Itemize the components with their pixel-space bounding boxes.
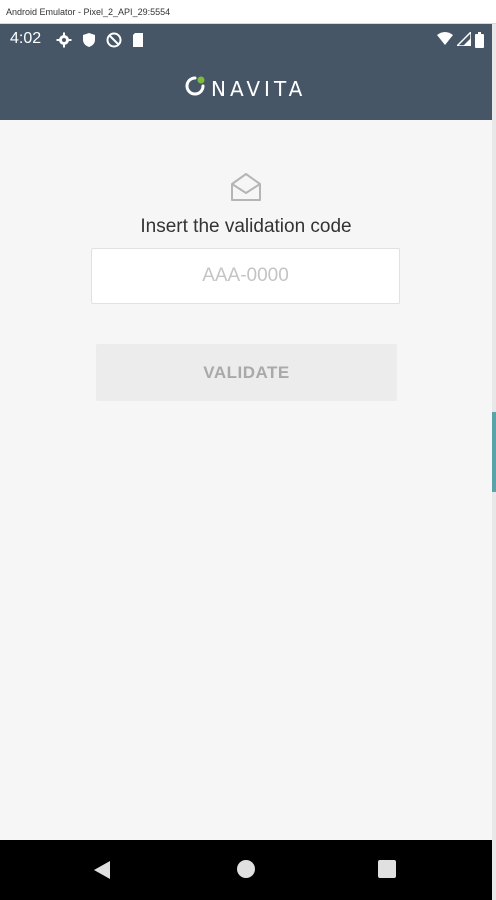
navita-logo: NAVITA (183, 74, 306, 103)
emulator-side-accent (492, 412, 496, 492)
sd-card-icon (132, 32, 144, 53)
back-icon[interactable] (93, 860, 111, 885)
emulator-title-bar: Android Emulator - Pixel_2_API_29:5554 (0, 0, 496, 24)
status-bar: 4:02 (0, 24, 492, 56)
status-right-icons (437, 30, 484, 53)
gear-icon (56, 32, 72, 53)
emulator-title: Android Emulator - Pixel_2_API_29:5554 (6, 7, 171, 17)
recents-icon[interactable] (378, 860, 396, 878)
validation-screen: Insert the validation code VALIDATE (0, 120, 492, 840)
logo-mark-icon (183, 74, 207, 103)
validation-code-input[interactable] (91, 248, 400, 304)
phone-screen: 4:02 NAVITA Insert the validation code A… (0, 24, 492, 900)
wifi-icon (437, 32, 453, 53)
navigation-bar (0, 840, 492, 900)
signal-icon (455, 30, 472, 53)
envelope-open-icon (230, 172, 262, 207)
status-time: 4:02 (10, 30, 42, 47)
home-icon[interactable] (237, 860, 255, 878)
shield-icon (82, 32, 96, 53)
battery-icon (475, 32, 484, 53)
status-left-icons (56, 32, 144, 53)
no-data-icon (106, 32, 122, 53)
instruction-text: Insert the validation code (140, 216, 352, 237)
logo-text: NAVITA (211, 76, 307, 101)
app-bar: NAVITA (0, 56, 492, 120)
validate-button[interactable]: VALIDATE (96, 344, 397, 401)
